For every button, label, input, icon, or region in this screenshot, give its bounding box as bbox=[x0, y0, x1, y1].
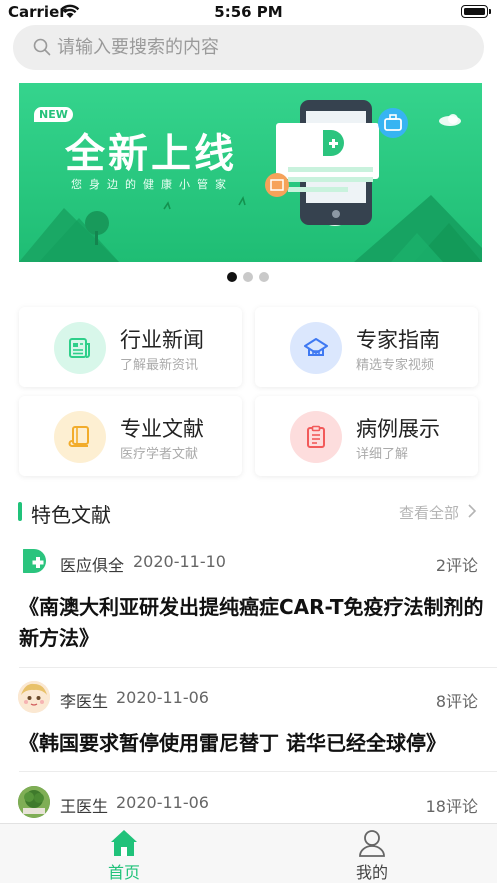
clock: 5:56 PM bbox=[214, 3, 283, 21]
banner-pager bbox=[227, 272, 271, 282]
status-bar: Carrier 5:56 PM bbox=[0, 0, 497, 24]
tab-home[interactable]: 首页 bbox=[0, 824, 248, 883]
search-input[interactable] bbox=[57, 25, 467, 70]
home-icon bbox=[111, 830, 137, 856]
card-industry-news[interactable]: 行业新闻 了解最新资讯 bbox=[19, 307, 242, 387]
banner-title: 全新上线 bbox=[65, 131, 237, 177]
tab-profile[interactable]: 我的 bbox=[248, 824, 496, 883]
post-date: 2020-11-06 bbox=[116, 793, 209, 812]
search-bar[interactable] bbox=[13, 25, 484, 70]
post-date: 2020-11-06 bbox=[116, 688, 209, 707]
author-name: 医应俱全 bbox=[60, 556, 125, 575]
avatar bbox=[18, 786, 50, 818]
card-title: 专家指南 bbox=[356, 328, 440, 352]
card-subtitle: 了解最新资讯 bbox=[120, 358, 199, 373]
card-subtitle: 详细了解 bbox=[356, 447, 409, 462]
section-accent-bar bbox=[18, 502, 22, 521]
comment-count: 2评论 bbox=[435, 556, 478, 575]
battery-icon bbox=[461, 5, 491, 18]
banner-subtitle: 您身边的健康小管家 bbox=[71, 178, 233, 191]
avatar bbox=[18, 545, 50, 577]
comment-count: 8评论 bbox=[435, 692, 478, 711]
clipboard-icon bbox=[290, 411, 342, 463]
book-icon bbox=[54, 411, 106, 463]
card-subtitle: 医疗学者文献 bbox=[120, 447, 199, 462]
new-badge: NEW bbox=[34, 107, 73, 122]
newspaper-icon bbox=[54, 322, 106, 374]
author-name: 李医生 bbox=[60, 692, 109, 711]
author-name: 王医生 bbox=[60, 797, 109, 816]
card-subtitle: 精选专家视频 bbox=[356, 358, 435, 373]
pager-dot[interactable] bbox=[227, 272, 237, 282]
tab-label: 首页 bbox=[107, 863, 140, 882]
card-title: 病例展示 bbox=[356, 417, 440, 441]
list-item[interactable]: 王医生 2020-11-06 18评论 bbox=[0, 772, 497, 823]
post-date: 2020-11-10 bbox=[133, 552, 226, 571]
article-title: 《韩国要求暂停使用雷尼替丁 诺华已经全球停》 bbox=[19, 731, 446, 755]
user-icon bbox=[359, 830, 385, 857]
list-item[interactable]: 医应俱全 2020-11-10 2评论 《南澳大利亚研发出提纯癌症CAR-T免疫… bbox=[0, 540, 497, 668]
card-case-display[interactable]: 病例展示 详细了解 bbox=[255, 396, 478, 476]
see-all-link[interactable]: 查看全部 bbox=[399, 502, 459, 523]
graduation-cap-icon bbox=[290, 322, 342, 374]
avatar bbox=[18, 681, 50, 713]
tab-label: 我的 bbox=[355, 863, 388, 882]
comment-count: 18评论 bbox=[425, 797, 478, 816]
card-title: 专业文献 bbox=[120, 417, 204, 441]
card-title: 行业新闻 bbox=[120, 328, 204, 352]
article-title: 《南澳大利亚研发出提纯癌症CAR-T免疫疗法制剂的新方法》 bbox=[19, 595, 484, 650]
section-title: 特色文献 bbox=[31, 503, 111, 527]
card-expert-guide[interactable]: 专家指南 精选专家视频 bbox=[255, 307, 478, 387]
search-icon bbox=[33, 38, 51, 56]
pager-dot[interactable] bbox=[259, 272, 269, 282]
promo-banner[interactable]: NEW 全新上线 您身边的健康小管家 bbox=[19, 83, 482, 262]
tab-bar: 首页 我的 bbox=[0, 823, 497, 883]
card-professional-literature[interactable]: 专业文献 医疗学者文献 bbox=[19, 396, 242, 476]
chevron-right-icon[interactable] bbox=[467, 504, 477, 518]
pager-dot[interactable] bbox=[243, 272, 253, 282]
list-item[interactable]: 李医生 2020-11-06 8评论 《韩国要求暂停使用雷尼替丁 诺华已经全球停… bbox=[0, 668, 497, 772]
